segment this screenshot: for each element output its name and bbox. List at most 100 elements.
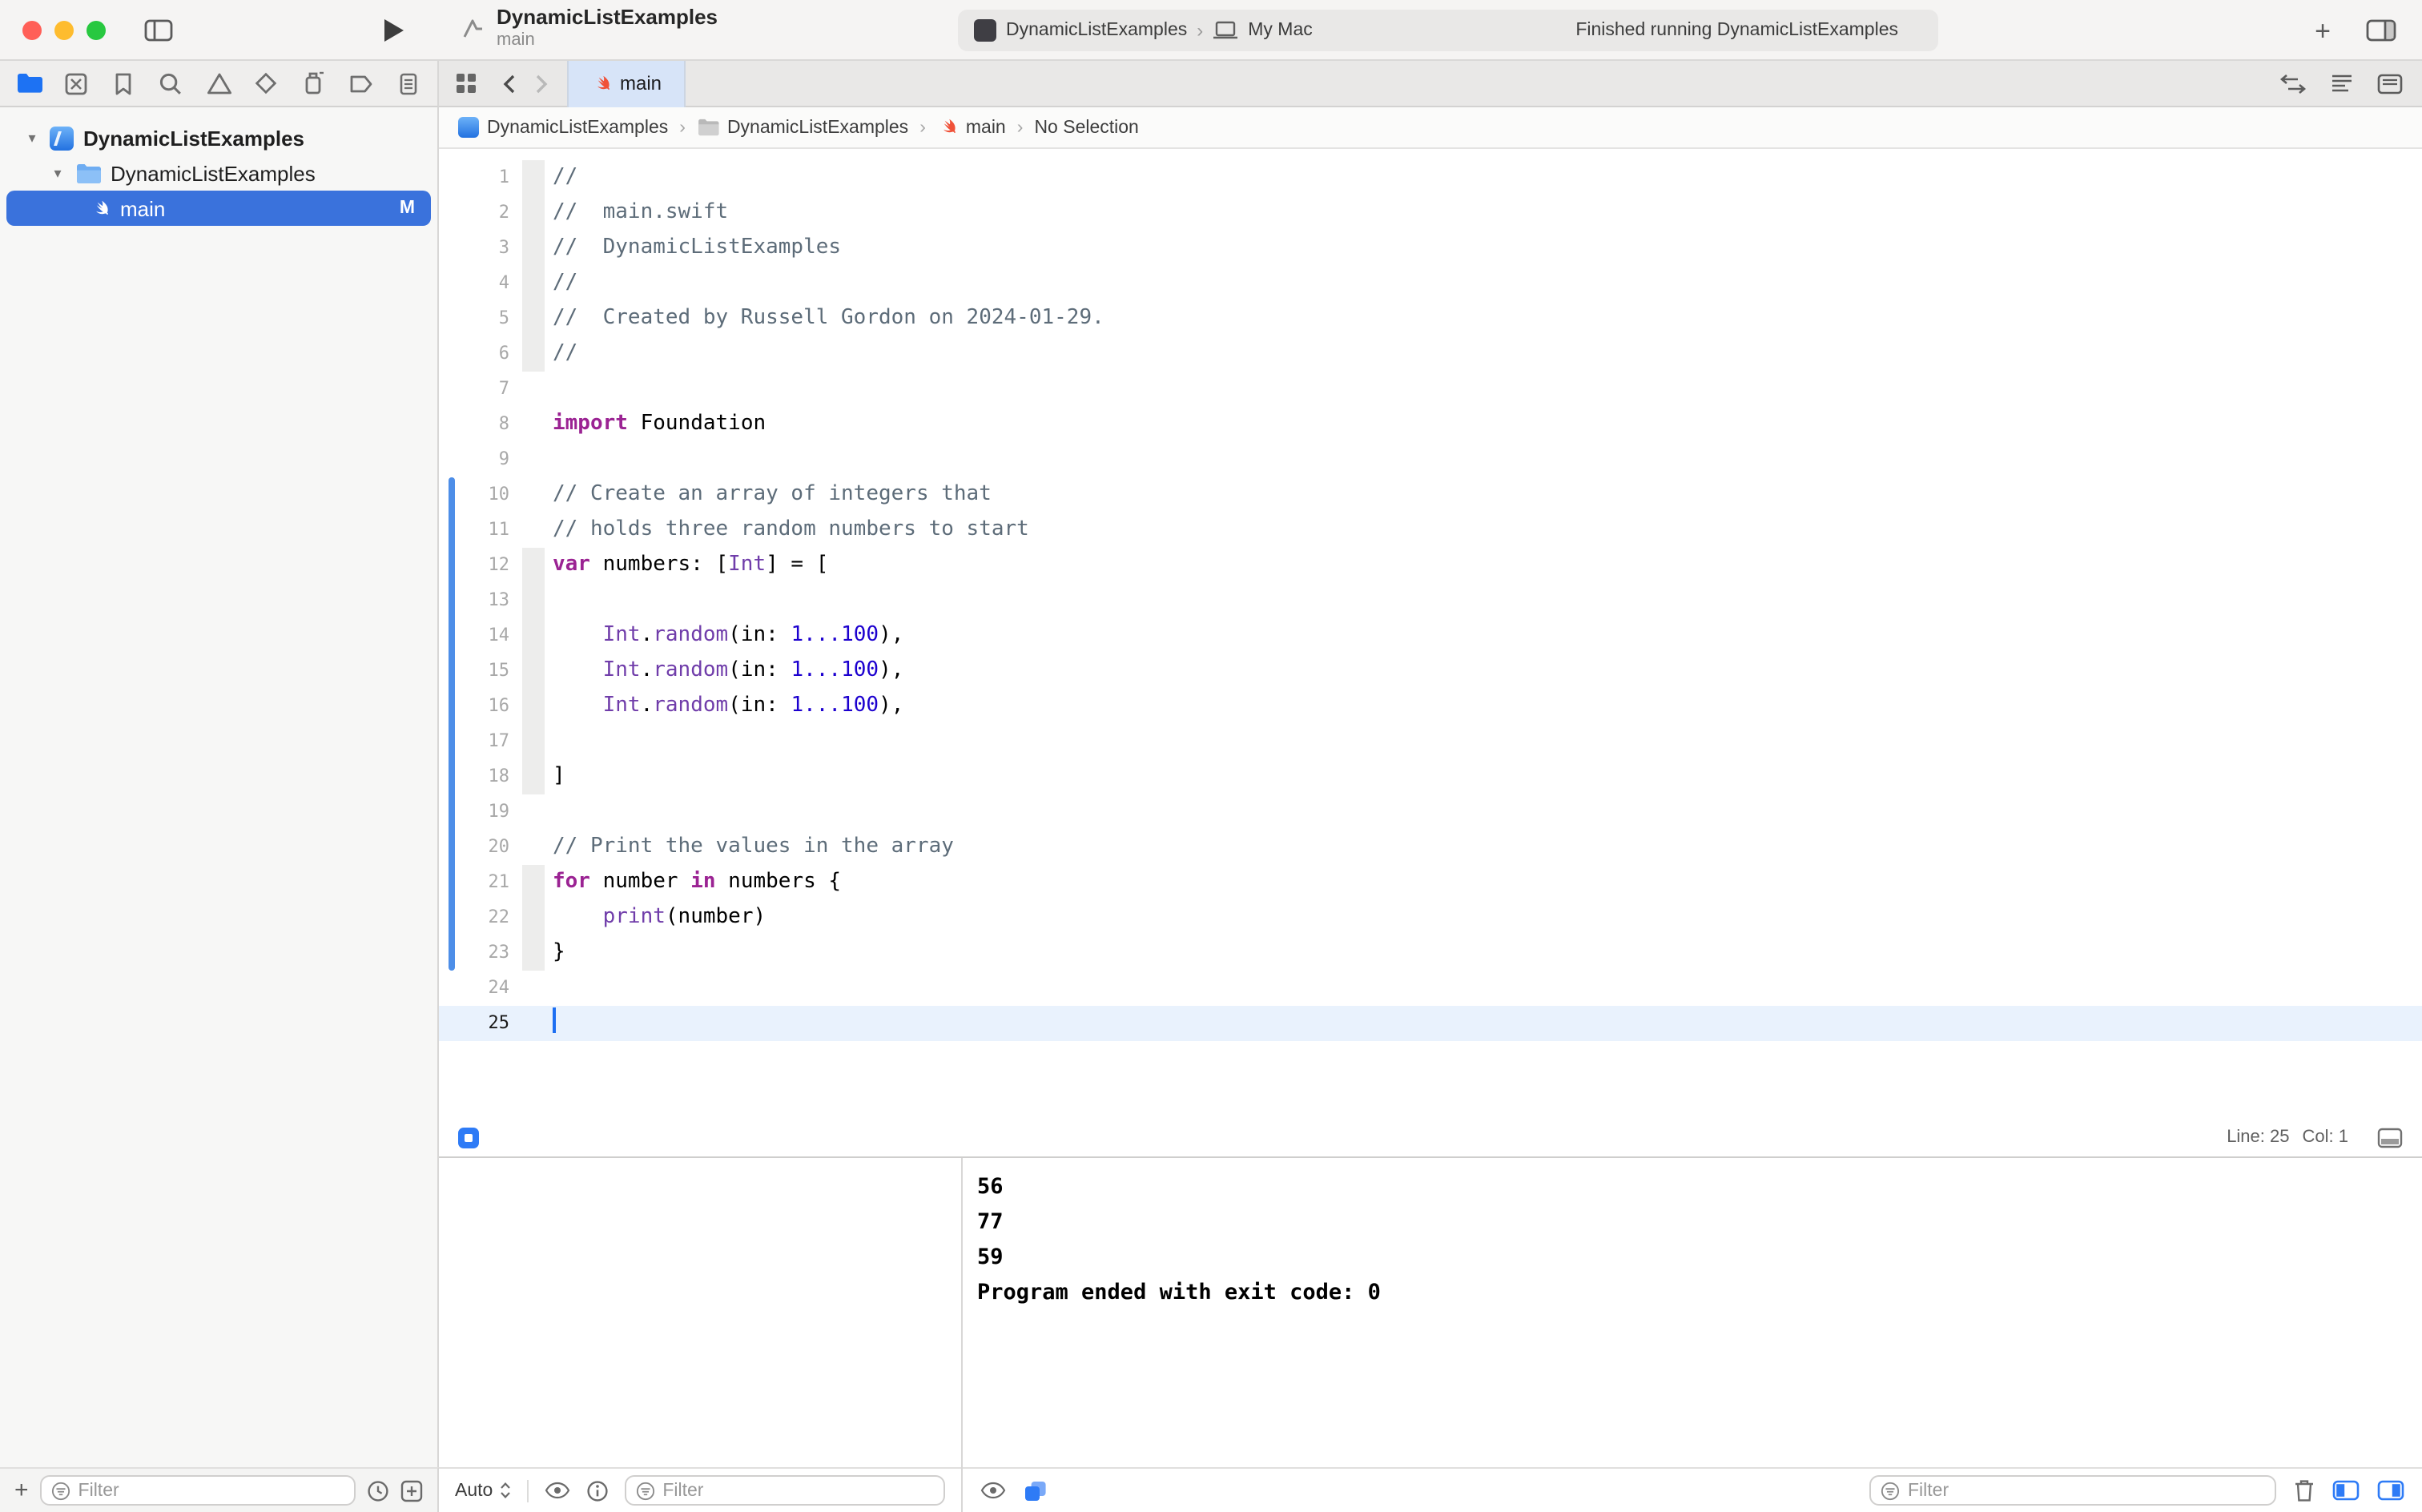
variables-eye-icon[interactable] [544, 1482, 569, 1499]
code-line-text[interactable]: // Created by Russell Gordon on 2024-01-… [553, 301, 1104, 336]
variables-filter-input[interactable] [662, 1481, 934, 1500]
code-line-text[interactable]: // main.swift [553, 195, 728, 231]
run-button[interactable] [384, 19, 404, 42]
code-line-22[interactable]: 22 print(number) [439, 900, 2422, 935]
fold-ribbon-segment-1[interactable] [522, 160, 545, 372]
navigator-item-main-swift[interactable]: main M [6, 191, 431, 226]
breadcrumb-selection[interactable]: No Selection [1034, 118, 1138, 137]
line-number-4[interactable]: 4 [439, 266, 509, 301]
code-line-text[interactable]: Int.random(in: 1...100), [553, 618, 903, 653]
forward-button-icon[interactable] [535, 73, 548, 94]
code-line-text[interactable]: // [553, 336, 577, 372]
navigator-tab-find-icon[interactable] [157, 69, 186, 98]
code-line-text[interactable]: var numbers: [Int] = [ [553, 548, 828, 583]
code-line-text[interactable] [553, 1006, 556, 1041]
code-line-20[interactable]: 20// Print the values in the array [439, 830, 2422, 865]
editor-adjust-icon[interactable] [2377, 1127, 2403, 1148]
line-number-6[interactable]: 6 [439, 336, 509, 372]
code-line-16[interactable]: 16 Int.random(in: 1...100), [439, 689, 2422, 724]
scheme-name[interactable]: DynamicListExamples [1006, 21, 1187, 40]
code-line-text[interactable]: ] [553, 759, 565, 794]
code-line-19[interactable]: 19 [439, 794, 2422, 830]
recents-clock-icon[interactable] [367, 1479, 389, 1502]
code-line-10[interactable]: 10// Create an array of integers that [439, 477, 2422, 513]
code-line-text[interactable]: for number in numbers { [553, 865, 841, 900]
navigator-tab-reports-icon[interactable] [394, 69, 423, 98]
code-line-18[interactable]: 18] [439, 759, 2422, 794]
line-number-25[interactable]: 25 [439, 1006, 509, 1041]
code-line-8[interactable]: 8import Foundation [439, 407, 2422, 442]
breadcrumb-group[interactable]: DynamicListExamples [697, 118, 908, 137]
run-destination[interactable]: My Mac [1248, 21, 1313, 40]
source-control-change-bar[interactable] [449, 477, 455, 971]
editor-tab-main[interactable]: main [567, 60, 686, 107]
breadcrumb-project[interactable]: DynamicListExamples [458, 117, 668, 138]
code-line-text[interactable]: // Print the values in the array [553, 830, 954, 865]
code-line-text[interactable]: } [553, 935, 565, 971]
code-line-text[interactable]: Int.random(in: 1...100), [553, 653, 903, 689]
line-number-1[interactable]: 1 [439, 160, 509, 195]
disclosure-chevron-icon[interactable]: ▾ [22, 129, 42, 147]
zoom-button[interactable] [86, 21, 106, 40]
code-line-12[interactable]: 12var numbers: [Int] = [ [439, 548, 2422, 583]
code-line-text[interactable]: // holds three random numbers to start [553, 513, 1029, 548]
source-control-filter-icon[interactable] [400, 1479, 423, 1502]
add-file-plus-icon[interactable]: + [14, 1477, 29, 1504]
code-line-text[interactable]: Int.random(in: 1...100), [553, 689, 903, 724]
minimize-button[interactable] [54, 21, 74, 40]
code-line-14[interactable]: 14 Int.random(in: 1...100), [439, 618, 2422, 653]
code-line-text[interactable]: // DynamicListExamples [553, 231, 841, 266]
code-line-3[interactable]: 3// DynamicListExamples [439, 231, 2422, 266]
clear-console-trash-icon[interactable] [2294, 1478, 2315, 1502]
navigator-tab-debug-icon[interactable] [300, 69, 328, 98]
close-button[interactable] [22, 21, 42, 40]
code-line-7[interactable]: 7 [439, 372, 2422, 407]
console-eye-icon[interactable] [980, 1482, 1006, 1499]
variables-info-icon[interactable] [585, 1479, 608, 1502]
code-line-21[interactable]: 21for number in numbers { [439, 865, 2422, 900]
debugger-stack-icon[interactable] [1024, 1479, 1048, 1502]
navigator-tab-project-folder-icon[interactable] [14, 69, 43, 98]
disclosure-chevron-icon[interactable]: ▾ [48, 164, 67, 182]
console-filter-field[interactable] [1869, 1475, 2276, 1506]
back-button-icon[interactable] [503, 73, 516, 94]
code-review-icon[interactable] [2279, 73, 2307, 94]
code-line-4[interactable]: 4 // [439, 266, 2422, 301]
editor-options-icon[interactable] [2377, 73, 2403, 94]
navigator-filter-field[interactable] [40, 1475, 356, 1506]
variables-scope-popup[interactable]: Auto [455, 1481, 510, 1500]
code-line-5[interactable]: 5// Created by Russell Gordon on 2024-01… [439, 301, 2422, 336]
breadcrumb-file[interactable]: main [937, 117, 1006, 138]
console-output[interactable]: 567759Program ended with exit code: 0 [963, 1158, 2422, 1467]
code-line-6[interactable]: 6 // [439, 336, 2422, 372]
variables-view[interactable] [439, 1158, 961, 1467]
build-status-message[interactable]: Finished running DynamicListExamples [1575, 21, 1938, 40]
code-line-11[interactable]: 11// holds three random numbers to start [439, 513, 2422, 548]
scheme-selector[interactable]: DynamicListExamples › My Mac [958, 19, 1329, 42]
code-line-15[interactable]: 15 Int.random(in: 1...100), [439, 653, 2422, 689]
code-line-9[interactable]: 9 [439, 442, 2422, 477]
code-line-text[interactable]: // [553, 266, 577, 301]
add-button-plus-icon[interactable]: + [2315, 17, 2331, 44]
navigator-item-project[interactable]: ▾ DynamicListExamples [0, 120, 437, 155]
navigator-tab-source-control-icon[interactable] [62, 69, 91, 98]
fold-ribbon-segment-2[interactable] [522, 548, 545, 794]
navigator-toggle-icon[interactable] [144, 19, 173, 42]
code-line-17[interactable]: 17 [439, 724, 2422, 759]
code-line-24[interactable]: 24 [439, 971, 2422, 1006]
editor-layout-icon[interactable] [2366, 19, 2396, 42]
code-line-2[interactable]: 2// main.swift [439, 195, 2422, 231]
code-line-text[interactable]: // [553, 160, 577, 195]
toggle-console-icon[interactable] [2377, 1480, 2404, 1501]
navigator-tab-tests-icon[interactable] [251, 69, 280, 98]
navigator-item-group[interactable]: ▾ DynamicListExamples [0, 155, 437, 191]
code-line-23[interactable]: 23} [439, 935, 2422, 971]
code-line-1[interactable]: 1 // [439, 160, 2422, 195]
code-line-text[interactable]: print(number) [553, 900, 766, 935]
console-filter-input[interactable] [1908, 1481, 2265, 1500]
navigator-tab-bookmarks-icon[interactable] [110, 69, 139, 98]
code-line-text[interactable]: // Create an array of integers that [553, 477, 992, 513]
code-line-13[interactable]: 13 [439, 583, 2422, 618]
line-number-24[interactable]: 24 [439, 971, 509, 1006]
code-line-text[interactable]: import Foundation [553, 407, 766, 442]
